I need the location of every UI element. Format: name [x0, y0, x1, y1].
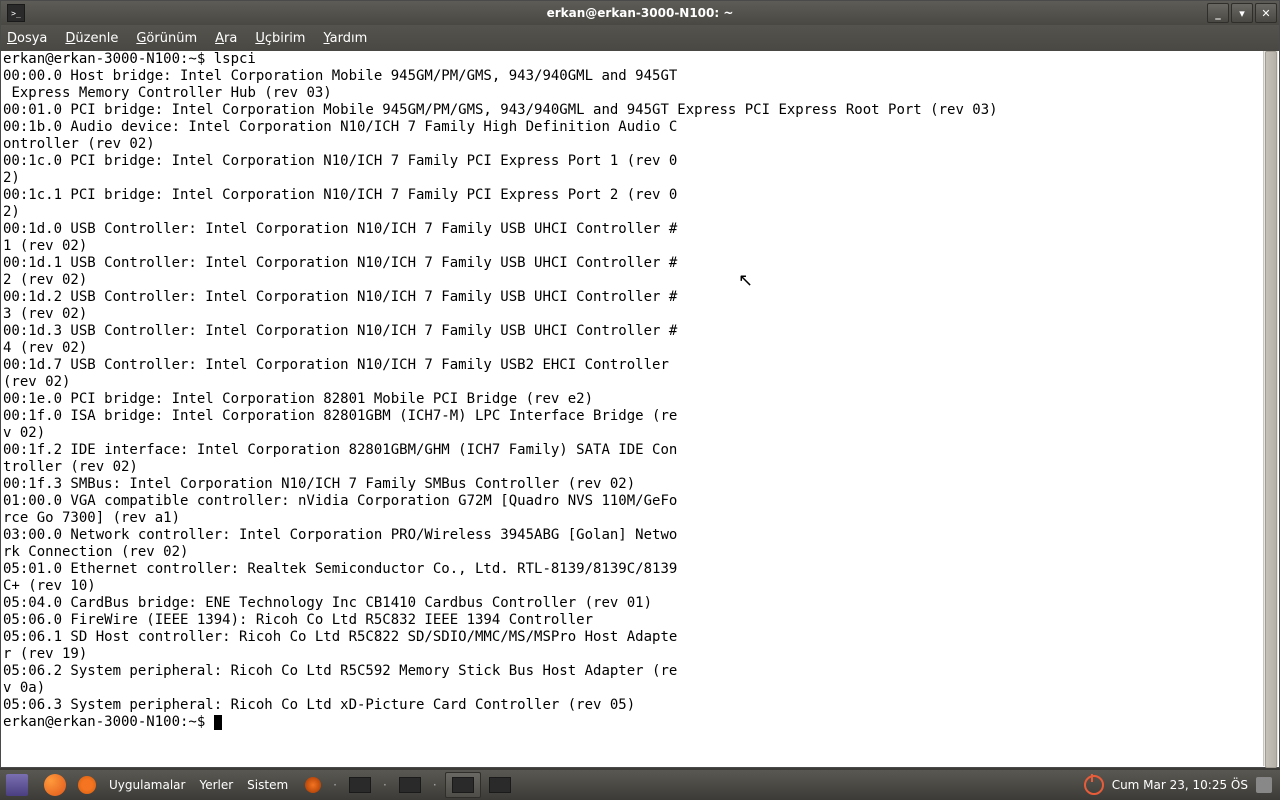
- minimize-button[interactable]: _: [1207, 3, 1229, 23]
- scrollbar-thumb[interactable]: [1265, 51, 1277, 768]
- menu-file[interactable]: Dosya: [7, 31, 47, 46]
- launcher-icon[interactable]: [299, 770, 327, 800]
- taskbar-terminal-1[interactable]: [343, 770, 377, 800]
- show-desktop-button[interactable]: [0, 770, 34, 800]
- command: lspci: [214, 51, 256, 67]
- close-button[interactable]: ✕: [1255, 3, 1277, 23]
- taskbar-window-entry[interactable]: [445, 772, 481, 798]
- separator-dot: ·: [427, 770, 443, 800]
- menu-edit[interactable]: Düzenle: [65, 31, 118, 46]
- maximize-button[interactable]: ▾: [1231, 3, 1253, 23]
- separator-dot: ·: [327, 770, 343, 800]
- menu-help[interactable]: Yardım: [323, 31, 367, 46]
- vertical-scrollbar[interactable]: [1263, 51, 1278, 766]
- terminal-icon: [452, 777, 474, 793]
- taskbar-terminal-3[interactable]: [483, 770, 517, 800]
- menubar: Dosya Düzenle Görünüm Ara Uçbirim Yardım: [1, 25, 1279, 51]
- terminal-app-icon: [7, 4, 25, 22]
- titlebar[interactable]: erkan@erkan-3000-N100: ~ _ ▾ ✕: [1, 1, 1279, 25]
- terminal-window: erkan@erkan-3000-N100: ~ _ ▾ ✕ Dosya Düz…: [0, 0, 1280, 768]
- prompt: erkan@erkan-3000-N100:~$: [3, 51, 214, 67]
- menu-terminal[interactable]: Uçbirim: [255, 31, 305, 46]
- terminal-output-area[interactable]: erkan@erkan-3000-N100:~$ lspci 00:00.0 H…: [1, 51, 1263, 767]
- window-title: erkan@erkan-3000-N100: ~: [547, 6, 734, 20]
- taskbar: Uygulamalar Yerler Sistem · · · Cum Mar …: [0, 770, 1280, 800]
- cursor: [214, 715, 222, 730]
- prompt: erkan@erkan-3000-N100:~$: [3, 714, 214, 730]
- clock[interactable]: Cum Mar 23, 10:25 ÖS: [1112, 778, 1248, 792]
- power-icon[interactable]: [1084, 775, 1104, 795]
- menu-search[interactable]: Ara: [215, 31, 237, 46]
- firefox-launcher[interactable]: [38, 770, 72, 800]
- menu-view[interactable]: Görünüm: [136, 31, 197, 46]
- system-tray: Cum Mar 23, 10:25 ÖS: [1084, 775, 1280, 795]
- ubuntu-logo-icon: [78, 776, 96, 794]
- ubuntu-menu[interactable]: [72, 770, 102, 800]
- tray-indicator-icon[interactable]: [1256, 777, 1272, 793]
- applications-menu[interactable]: Uygulamalar: [102, 770, 192, 800]
- separator-dot: ·: [377, 770, 393, 800]
- taskbar-terminal-2[interactable]: [393, 770, 427, 800]
- places-menu[interactable]: Yerler: [192, 770, 240, 800]
- command-output: 00:00.0 Host bridge: Intel Corporation M…: [3, 68, 998, 713]
- system-menu[interactable]: Sistem: [240, 770, 295, 800]
